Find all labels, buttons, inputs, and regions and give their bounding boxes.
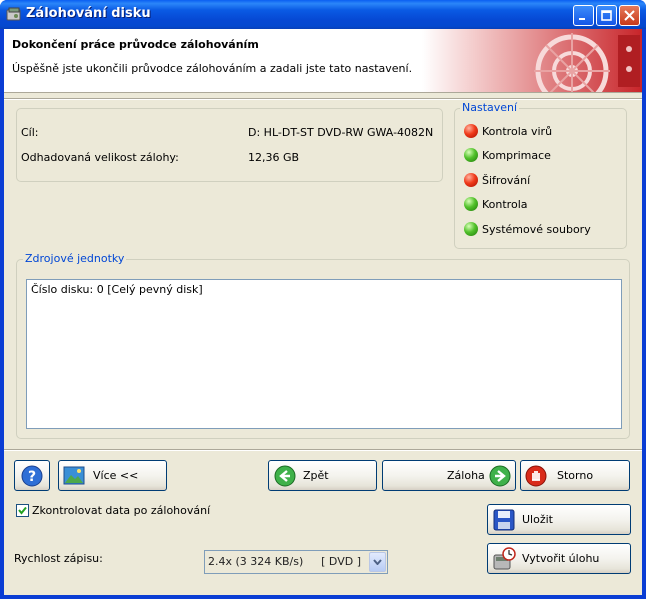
title-bar[interactable]: Zálohování disku [0,0,646,29]
summary-panel: Cíl: D: HL-DT-ST DVD-RW GWA-4082N Odhado… [16,108,443,182]
write-speed-label: Rychlost zápisu: [14,552,103,565]
save-button-label: Uložit [522,513,553,526]
setting-encryption: Šifrování [482,174,531,187]
status-on-icon [464,197,478,211]
write-speed-select[interactable]: 2.4x (3 324 KB/s) [ DVD ] [204,550,388,574]
setting-system-files: Systémové soubory [482,223,591,236]
header-separator [4,98,642,100]
header-title: Dokončení práce průvodce zálohováním [12,38,259,51]
close-button[interactable] [619,5,640,26]
more-button-label: Více << [93,469,139,482]
write-speed-media: [ DVD ] [321,555,361,568]
status-off-icon [464,124,478,138]
vault-banner-image [422,29,642,92]
backup-button[interactable]: Záloha [382,460,516,491]
verify-checkbox[interactable] [16,504,29,517]
backup-button-label: Záloha [447,469,485,482]
sources-list[interactable]: Číslo disku: 0 [Celý pevný disk] [26,279,622,429]
chevron-down-icon [373,559,382,565]
window-title: Zálohování disku [26,6,151,21]
back-button-label: Zpět [303,469,329,482]
help-button[interactable]: ? [14,460,50,491]
setting-compression: Komprimace [482,149,551,162]
verify-label[interactable]: Zkontrolovat data po zálohování [32,504,210,517]
more-button[interactable]: Více << [58,460,167,491]
footer-separator [4,449,642,451]
minimize-button[interactable] [573,5,594,26]
setting-verification: Kontrola [482,198,528,211]
checkmark-icon [18,506,27,515]
save-button[interactable]: Uložit [487,504,631,535]
create-task-button[interactable]: Vytvořit úlohu [487,543,631,574]
stop-hand-icon [525,465,547,487]
wizard-header: Dokončení práce průvodce zálohováním Úsp… [4,29,642,93]
setting-virus-check: Kontrola virů [482,125,553,138]
status-on-icon [464,148,478,162]
back-button[interactable]: Zpět [268,460,377,491]
minimize-icon [579,18,585,20]
arrow-left-icon [274,465,296,487]
write-speed-value: 2.4x (3 324 KB/s) [208,555,304,568]
image-icon [63,466,85,485]
maximize-icon [601,10,612,21]
target-value: D: HL-DT-ST DVD-RW GWA-4082N [248,126,434,139]
close-icon [624,10,635,21]
scheduled-task-icon [493,547,516,570]
settings-group-title: Nastavení [460,101,520,114]
cancel-button-label: Storno [557,469,594,482]
header-subtitle: Úspěšně jste ukončili průvodce zálohován… [12,62,413,75]
arrow-right-icon [489,465,511,487]
status-on-icon [464,222,478,236]
floppy-disk-icon [493,509,515,531]
window-content: Dokončení práce průvodce zálohováním Úsp… [4,29,642,595]
size-value: 12,36 GB [248,151,300,164]
app-window: Zálohování disku Dokončení práce průvodc… [0,0,646,599]
disk-backup-icon [6,7,21,21]
dropdown-button[interactable] [369,552,386,572]
list-item[interactable]: Číslo disku: 0 [Celý pevný disk] [31,283,203,296]
create-task-button-label: Vytvořit úlohu [522,552,600,565]
status-off-icon [464,173,478,187]
size-label: Odhadovaná velikost zálohy: [21,151,179,164]
maximize-button[interactable] [596,5,617,26]
sources-group-title: Zdrojové jednotky [23,252,127,265]
svg-text:?: ? [28,469,36,485]
cancel-button[interactable]: Storno [520,460,630,491]
question-icon: ? [21,465,43,487]
target-label: Cíl: [21,126,39,139]
